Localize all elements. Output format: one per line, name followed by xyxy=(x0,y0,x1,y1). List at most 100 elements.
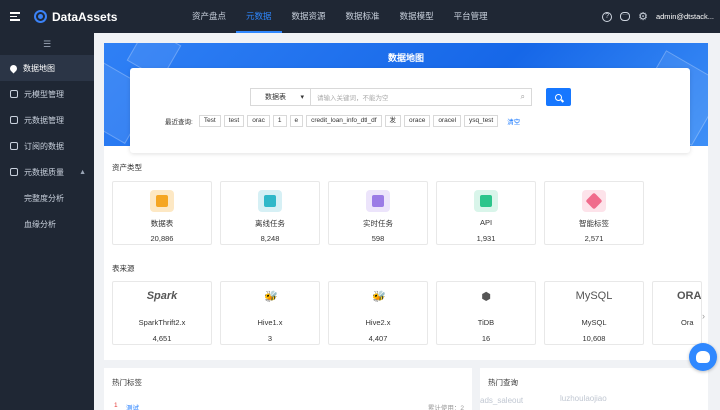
nav-item-data-resources[interactable]: 数据资源 xyxy=(282,0,336,33)
source-card-name: MySQL xyxy=(581,318,607,327)
asset-card-realtime-task[interactable]: 实时任务 598 xyxy=(328,181,428,245)
asset-card-name: 数据表 xyxy=(150,219,174,228)
source-card-name: Hive1.x xyxy=(257,318,283,327)
oracle-logo: ORA xyxy=(677,290,702,302)
chevron-down-icon: ▾ xyxy=(300,94,304,101)
assistant-button[interactable] xyxy=(689,343,717,371)
sidebar-collapse-icon[interactable]: ☰ xyxy=(0,33,94,55)
sidebar-item-label: 元模型管理 xyxy=(24,89,64,99)
sidebar-item-label: 元数据管理 xyxy=(24,115,64,125)
main-content: 数据地图 数据表 ▾ 请输入关键词，不能为空 ⌕ 最近查询: Test test… xyxy=(104,43,708,360)
smart-tag-icon xyxy=(582,190,606,212)
sidebar-item-label: 数据地图 xyxy=(23,63,55,73)
hot-tags-panel: 热门标签 1 测试 累计使用：2 xyxy=(104,368,472,410)
sidebar-item-meta-model[interactable]: 元模型管理 xyxy=(0,81,94,107)
search-placeholder: 请输入关键词，不能为空 xyxy=(317,95,389,102)
source-card-name: Ora xyxy=(681,318,694,327)
recent-tag[interactable]: credit_loan_info_dtl_df xyxy=(306,115,382,127)
asset-card-api[interactable]: API 1,931 xyxy=(436,181,536,245)
watermark-text: ads_saleout xyxy=(480,396,524,405)
recent-tag[interactable]: test xyxy=(223,115,245,127)
help-icon[interactable]: ? xyxy=(602,11,613,22)
sidebar-item-metadata-management[interactable]: 元数据管理 xyxy=(0,107,94,133)
recent-tag[interactable]: e xyxy=(289,115,304,127)
search-input[interactable]: 请输入关键词，不能为空 ⌕ xyxy=(310,88,532,106)
watermark-text: luzhoulaojiao xyxy=(560,394,607,403)
search-type-select[interactable]: 数据表 ▾ xyxy=(250,88,310,106)
chevron-right-icon[interactable]: › xyxy=(702,311,705,321)
top-navbar: DataAssets 资产盘点 元数据 数据资源 数据标准 数据模型 平台管理 … xyxy=(0,0,720,33)
asset-card-count: 598 xyxy=(371,234,385,243)
user-account[interactable]: admin@dtstack... xyxy=(656,12,714,21)
model-icon xyxy=(10,90,18,98)
source-card-count: 4,651 xyxy=(152,334,172,343)
source-card-count: 4,407 xyxy=(368,334,388,343)
sidebar-item-label: 订阅的数据 xyxy=(24,141,64,151)
source-card-oracle[interactable]: ORA Ora xyxy=(652,281,702,345)
nav-item-asset-inventory[interactable]: 资产盘点 xyxy=(182,0,236,33)
asset-card-offline-task[interactable]: 离线任务 8,248 xyxy=(220,181,320,245)
hive-logo: 🐝 xyxy=(263,291,277,303)
sidebar-item-completeness[interactable]: 完整度分析 xyxy=(0,185,94,211)
hot-tag-link[interactable]: 测试 xyxy=(126,402,139,410)
hive-logo: 🐝 xyxy=(371,291,385,303)
nav-item-metadata[interactable]: 元数据 xyxy=(236,0,282,33)
recent-tag[interactable]: ysq_test xyxy=(464,115,499,127)
hot-queries-panel: 热门查询 ads_saleout luzhoulaojiao xyxy=(480,368,708,410)
search-icon xyxy=(555,93,562,101)
clear-history-link[interactable]: 清空 xyxy=(507,116,520,126)
nav-item-platform-admin[interactable]: 平台管理 xyxy=(444,0,498,33)
menu-icon[interactable] xyxy=(0,0,30,33)
page-title: 数据地图 xyxy=(387,53,424,63)
source-card-sparkthrift[interactable]: Spark SparkThrift2.x 4,651 xyxy=(112,281,212,345)
header-actions: ? ··· ⚙ admin@dtstack... xyxy=(602,0,714,33)
hot-tag-usage: 累计使用：2 xyxy=(427,405,464,410)
asset-card-table[interactable]: 数据表 20,886 xyxy=(112,181,212,245)
source-card-tidb[interactable]: ⬢ TiDB 16 xyxy=(436,281,536,345)
asset-type-cards: 数据表 20,886 离线任务 8,248 实时任务 598 API 1,931… xyxy=(112,181,644,245)
recent-tag[interactable]: 发 xyxy=(384,115,402,127)
recent-tag[interactable]: orac xyxy=(247,115,270,127)
source-card-hive2[interactable]: 🐝 Hive2.x 4,407 xyxy=(328,281,428,345)
nav-item-data-models[interactable]: 数据模型 xyxy=(390,0,444,33)
source-card-count: 16 xyxy=(481,334,491,343)
source-card-mysql[interactable]: MySQL MySQL 10,608 xyxy=(544,281,644,345)
nav-item-data-standards[interactable]: 数据标准 xyxy=(336,0,390,33)
realtime-task-icon xyxy=(366,190,390,212)
recent-tag[interactable]: 1 xyxy=(272,115,287,127)
hot-queries-title: 热门查询 xyxy=(488,378,518,387)
tidb-logo: ⬢ xyxy=(481,291,491,303)
asset-card-count: 1,931 xyxy=(476,234,496,243)
sidebar-item-metadata-quality[interactable]: 元数据质量 ▲ xyxy=(0,159,94,185)
recent-tag[interactable]: orace xyxy=(404,115,431,127)
source-card-name: Hive2.x xyxy=(365,318,391,327)
asset-card-name: 实时任务 xyxy=(363,219,393,228)
hot-tags-title: 热门标签 xyxy=(112,378,142,387)
source-card-count: 3 xyxy=(267,334,273,343)
sidebar-item-lineage[interactable]: 血缘分析 xyxy=(0,211,94,237)
recent-tag[interactable]: oracel xyxy=(433,115,462,127)
gear-icon[interactable]: ⚙ xyxy=(638,10,648,23)
message-icon[interactable]: ··· xyxy=(620,12,631,21)
sidebar-item-data-map[interactable]: 数据地图 xyxy=(0,55,94,81)
asset-card-smart-tag[interactable]: 智能标签 2,571 xyxy=(544,181,644,245)
app-logo[interactable]: DataAssets xyxy=(34,10,158,24)
chevron-up-icon: ▲ xyxy=(79,168,86,176)
search-type-value: 数据表 xyxy=(265,94,286,101)
source-card-name: SparkThrift2.x xyxy=(138,318,186,327)
robot-icon xyxy=(696,351,710,363)
search-button[interactable] xyxy=(546,88,571,106)
recent-queries: 最近查询: Test test orac 1 e credit_loan_inf… xyxy=(165,115,520,127)
asset-types-title: 资产类型 xyxy=(112,163,142,172)
recent-tag[interactable]: Test xyxy=(198,115,221,127)
sidebar-item-subscribed[interactable]: 订阅的数据 xyxy=(0,133,94,159)
asset-card-name: 智能标签 xyxy=(579,219,609,228)
table-icon xyxy=(150,190,174,212)
asset-card-name: API xyxy=(479,218,493,227)
main-nav: 资产盘点 元数据 数据资源 数据标准 数据模型 平台管理 xyxy=(182,0,498,33)
sidebar: ☰ 数据地图 元模型管理 元数据管理 订阅的数据 元数据质量 ▲ 完整度分析 血… xyxy=(0,33,94,410)
map-pin-icon xyxy=(8,63,19,73)
source-card-hive1[interactable]: 🐝 Hive1.x 3 xyxy=(220,281,320,345)
asset-card-name: 离线任务 xyxy=(255,219,285,228)
asset-card-count: 8,248 xyxy=(260,234,280,243)
